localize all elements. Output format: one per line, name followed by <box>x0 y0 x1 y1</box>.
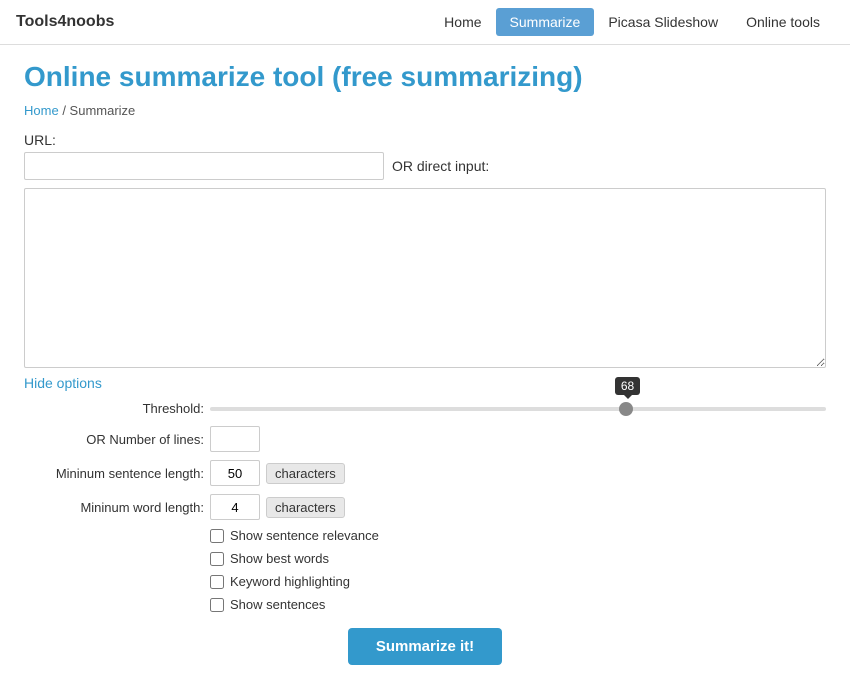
show-sentences-label: Show sentences <box>230 597 325 612</box>
min-word-input[interactable] <box>210 494 260 520</box>
slider-tooltip: 68 <box>615 377 640 395</box>
threshold-slider[interactable] <box>210 407 826 411</box>
or-direct-label: OR direct input: <box>392 158 489 174</box>
min-sentence-input[interactable] <box>210 460 260 486</box>
content-area <box>24 188 826 375</box>
main-container: Online summarize tool (free summarizing)… <box>0 45 850 681</box>
show-sentences-checkbox[interactable] <box>210 598 224 612</box>
number-of-lines-input[interactable] <box>210 426 260 452</box>
nav-summarize[interactable]: Summarize <box>496 8 595 36</box>
brand: Tools4noobs <box>16 13 114 31</box>
threshold-label: Threshold: <box>24 401 204 416</box>
summarize-button[interactable]: Summarize it! <box>348 628 502 665</box>
slider-container: 68 <box>210 407 826 411</box>
breadcrumb-separator: / <box>62 103 69 118</box>
nav-online-tools[interactable]: Online tools <box>732 8 834 36</box>
url-row: OR direct input: <box>24 152 826 180</box>
url-input[interactable] <box>24 152 384 180</box>
breadcrumb: Home / Summarize <box>24 103 826 118</box>
keyword-highlighting-label: Keyword highlighting <box>230 574 350 589</box>
show-best-words-checkbox[interactable] <box>210 552 224 566</box>
threshold-row: Threshold: 68 <box>24 401 826 416</box>
min-sentence-row: Mininum sentence length: characters <box>24 460 826 486</box>
options-section: Threshold: 68 OR Number of lines: Mininu… <box>24 401 826 612</box>
number-of-lines-row: OR Number of lines: <box>24 426 826 452</box>
nav-home[interactable]: Home <box>430 8 495 36</box>
navbar: Tools4noobs Home Summarize Picasa Slides… <box>0 0 850 45</box>
show-sentence-relevance-label: Show sentence relevance <box>230 528 379 543</box>
url-label: URL: <box>24 132 826 148</box>
show-sentences-row: Show sentences <box>210 597 826 612</box>
direct-input-textarea[interactable] <box>24 188 826 368</box>
min-sentence-label: Mininum sentence length: <box>24 466 204 481</box>
breadcrumb-current: Summarize <box>70 103 136 118</box>
show-best-words-label: Show best words <box>230 551 329 566</box>
hide-options-link[interactable]: Hide options <box>24 375 102 391</box>
keyword-highlighting-checkbox[interactable] <box>210 575 224 589</box>
nav-picasa[interactable]: Picasa Slideshow <box>594 8 732 36</box>
checkbox-group: Show sentence relevance Show best words … <box>210 528 826 612</box>
nav-links: Home Summarize Picasa Slideshow Online t… <box>430 8 834 36</box>
breadcrumb-home[interactable]: Home <box>24 103 59 118</box>
min-sentence-characters-badge: characters <box>266 463 345 484</box>
show-sentence-relevance-row: Show sentence relevance <box>210 528 826 543</box>
show-sentence-relevance-checkbox[interactable] <box>210 529 224 543</box>
min-word-row: Mininum word length: characters <box>24 494 826 520</box>
min-word-characters-badge: characters <box>266 497 345 518</box>
min-word-label: Mininum word length: <box>24 500 204 515</box>
page-title: Online summarize tool (free summarizing) <box>24 61 826 93</box>
number-of-lines-label: OR Number of lines: <box>24 432 204 447</box>
keyword-highlighting-row: Keyword highlighting <box>210 574 826 589</box>
show-best-words-row: Show best words <box>210 551 826 566</box>
